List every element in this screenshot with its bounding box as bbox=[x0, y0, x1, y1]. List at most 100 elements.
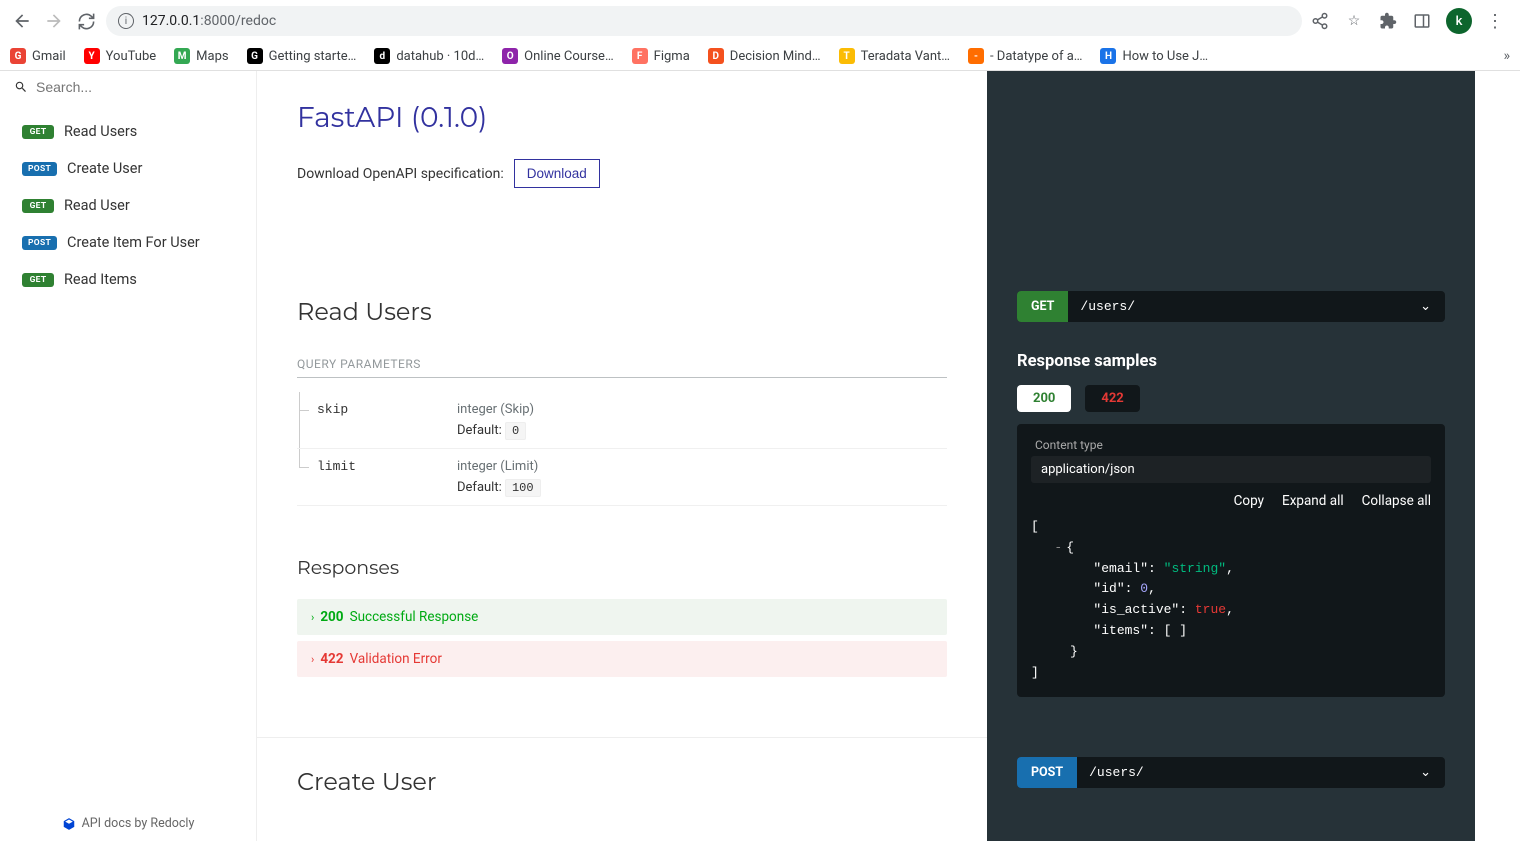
method-badge: GET bbox=[22, 125, 54, 139]
response-text: Validation Error bbox=[350, 651, 442, 667]
bookmark-item[interactable]: ddatahub · 10d… bbox=[374, 48, 484, 64]
main: FastAPI (0.1.0) Download OpenAPI specifi… bbox=[257, 71, 1520, 841]
panel-icon[interactable] bbox=[1412, 11, 1432, 31]
response-item[interactable]: ›422 Validation Error bbox=[297, 641, 947, 677]
bookmark-label: datahub · 10d… bbox=[396, 49, 484, 64]
response-tab[interactable]: 200 bbox=[1017, 385, 1071, 412]
response-samples-title: Response samples bbox=[1017, 352, 1445, 371]
bookmark-label: Decision Mind… bbox=[730, 49, 821, 64]
sidebar-item-label: Create User bbox=[67, 160, 142, 177]
responses-title: Responses bbox=[297, 556, 947, 579]
bookmark-icon: F bbox=[632, 48, 648, 64]
bookmark-icon: G bbox=[10, 48, 26, 64]
url-host: 127.0.0.1:8000/redoc bbox=[142, 13, 276, 29]
chevron-down-icon: ⌄ bbox=[1406, 765, 1445, 780]
sidebar-nav: GETRead Users POST Create User GETRead User… bbox=[0, 103, 256, 806]
param-name: limit bbox=[297, 459, 457, 495]
bookmarks-overflow-icon[interactable]: » bbox=[1503, 48, 1510, 64]
bookmark-item[interactable]: D Decision Mind… bbox=[708, 48, 821, 64]
sidebar-item[interactable]: GETRead Users bbox=[0, 113, 256, 150]
bookmark-icon: Y bbox=[84, 48, 100, 64]
section-divider bbox=[257, 737, 987, 738]
download-row: Download OpenAPI specification: Download bbox=[297, 159, 947, 188]
sidebar-item[interactable]: POSTCreate Item For User bbox=[0, 224, 256, 261]
bookmark-item[interactable]: HHow to Use J… bbox=[1100, 48, 1208, 64]
sidebar-footer[interactable]: API docs by Redocly bbox=[0, 806, 256, 841]
download-button[interactable]: Download bbox=[514, 159, 600, 188]
expand-all-button[interactable]: Expand all bbox=[1282, 493, 1344, 509]
bookmark-label: How to Use J… bbox=[1122, 49, 1208, 64]
content-type-label: Content type bbox=[1031, 438, 1431, 452]
method-badge: POST bbox=[22, 236, 57, 250]
bookmark-item[interactable]: O Online Course… bbox=[502, 48, 614, 64]
star-icon[interactable]: ☆ bbox=[1344, 11, 1364, 31]
section-create-user-title: Create User bbox=[297, 768, 947, 797]
endpoint-method-badge: POST bbox=[1017, 757, 1077, 788]
search-input[interactable] bbox=[36, 79, 242, 95]
chevron-right-icon: › bbox=[311, 611, 314, 624]
bookmark-icon: G bbox=[247, 48, 263, 64]
bookmark-icon: D bbox=[708, 48, 724, 64]
param-desc: integer (Skip) Default: 0 bbox=[457, 402, 947, 438]
right-panel: GET /users/ ⌄ Response samples 200 422 Co… bbox=[987, 71, 1475, 841]
bookmark-item[interactable]: Y YouTube bbox=[84, 48, 157, 64]
endpoint-get-users[interactable]: GET /users/ ⌄ bbox=[1017, 291, 1445, 322]
reload-button[interactable] bbox=[74, 9, 98, 33]
bookmark-label: Maps bbox=[196, 49, 228, 64]
sidebar-item[interactable]: GET Read Items bbox=[0, 261, 256, 298]
method-badge: GET bbox=[22, 199, 54, 213]
param-desc: integer (Limit) Default: 100 bbox=[457, 459, 947, 495]
section-read-users-title: Read Users bbox=[297, 298, 947, 327]
method-badge: GET bbox=[22, 273, 54, 287]
sample-box: Content type application/json Copy Expan… bbox=[1017, 424, 1445, 697]
chevron-down-icon: ⌄ bbox=[1406, 299, 1445, 314]
menu-icon[interactable]: ⋮ bbox=[1486, 11, 1504, 32]
endpoint-post-users[interactable]: POST /users/ ⌄ bbox=[1017, 757, 1445, 788]
search-icon bbox=[14, 80, 28, 94]
param-name: skip bbox=[297, 402, 457, 438]
params-list: skip integer (Skip) Default: 0 limit int… bbox=[297, 392, 947, 506]
bookmark-label: Online Course… bbox=[524, 49, 614, 64]
bookmark-item[interactable]: GGmail bbox=[10, 48, 66, 64]
sidebar-item-label: Read Items bbox=[64, 271, 137, 288]
sidebar-item[interactable]: POST Create User bbox=[0, 150, 256, 187]
collapse-all-button[interactable]: Collapse all bbox=[1362, 493, 1431, 509]
back-button[interactable] bbox=[10, 9, 34, 33]
bookmark-icon: O bbox=[502, 48, 518, 64]
bookmark-item[interactable]: MMaps bbox=[174, 48, 228, 64]
bookmark-item[interactable]: -- Datatype of a… bbox=[968, 48, 1083, 64]
copy-button[interactable]: Copy bbox=[1234, 493, 1264, 509]
bookmark-label: YouTube bbox=[106, 49, 157, 64]
param-default-label: Default: bbox=[457, 423, 505, 438]
bookmark-item[interactable]: F Figma bbox=[632, 48, 690, 64]
bookmark-item[interactable]: G Getting starte… bbox=[247, 48, 357, 64]
response-text: Successful Response bbox=[350, 609, 479, 625]
page-title: FastAPI (0.1.0) bbox=[297, 101, 947, 135]
content: FastAPI (0.1.0) Download OpenAPI specifi… bbox=[257, 71, 987, 841]
sidebar-item[interactable]: GETRead User bbox=[0, 187, 256, 224]
response-item[interactable]: › 200 Successful Response bbox=[297, 599, 947, 635]
bookmark-label: Getting starte… bbox=[269, 49, 357, 64]
bookmark-icon: T bbox=[839, 48, 855, 64]
bookmark-label: Teradata Vant… bbox=[861, 49, 950, 64]
bookmark-icon: - bbox=[968, 48, 984, 64]
endpoint-method-badge: GET bbox=[1017, 291, 1068, 322]
profile-avatar[interactable]: k bbox=[1446, 8, 1472, 34]
method-badge: POST bbox=[22, 162, 57, 176]
endpoint-path: /users/ bbox=[1077, 765, 1406, 780]
browser-chrome: i 127.0.0.1:8000/redoc ☆ k ⋮ GGmail Y YouT… bbox=[0, 0, 1520, 71]
share-icon[interactable] bbox=[1310, 11, 1330, 31]
extensions-icon[interactable] bbox=[1378, 11, 1398, 31]
url-bar[interactable]: i 127.0.0.1:8000/redoc bbox=[106, 6, 1302, 36]
bookmark-label: - Datatype of a… bbox=[990, 49, 1083, 64]
response-code: 200 bbox=[320, 609, 343, 625]
param-row: skip integer (Skip) Default: 0 bbox=[297, 392, 947, 449]
response-tab[interactable]: 422 bbox=[1085, 385, 1139, 412]
forward-button[interactable] bbox=[42, 9, 66, 33]
bookmark-item[interactable]: T Teradata Vant… bbox=[839, 48, 950, 64]
param-type: integer (Limit) bbox=[457, 459, 947, 474]
sidebar: GETRead Users POST Create User GETRead User… bbox=[0, 71, 257, 841]
response-code: 422 bbox=[320, 651, 343, 667]
endpoint-path: /users/ bbox=[1068, 299, 1406, 314]
bookmark-label: Figma bbox=[654, 49, 690, 64]
